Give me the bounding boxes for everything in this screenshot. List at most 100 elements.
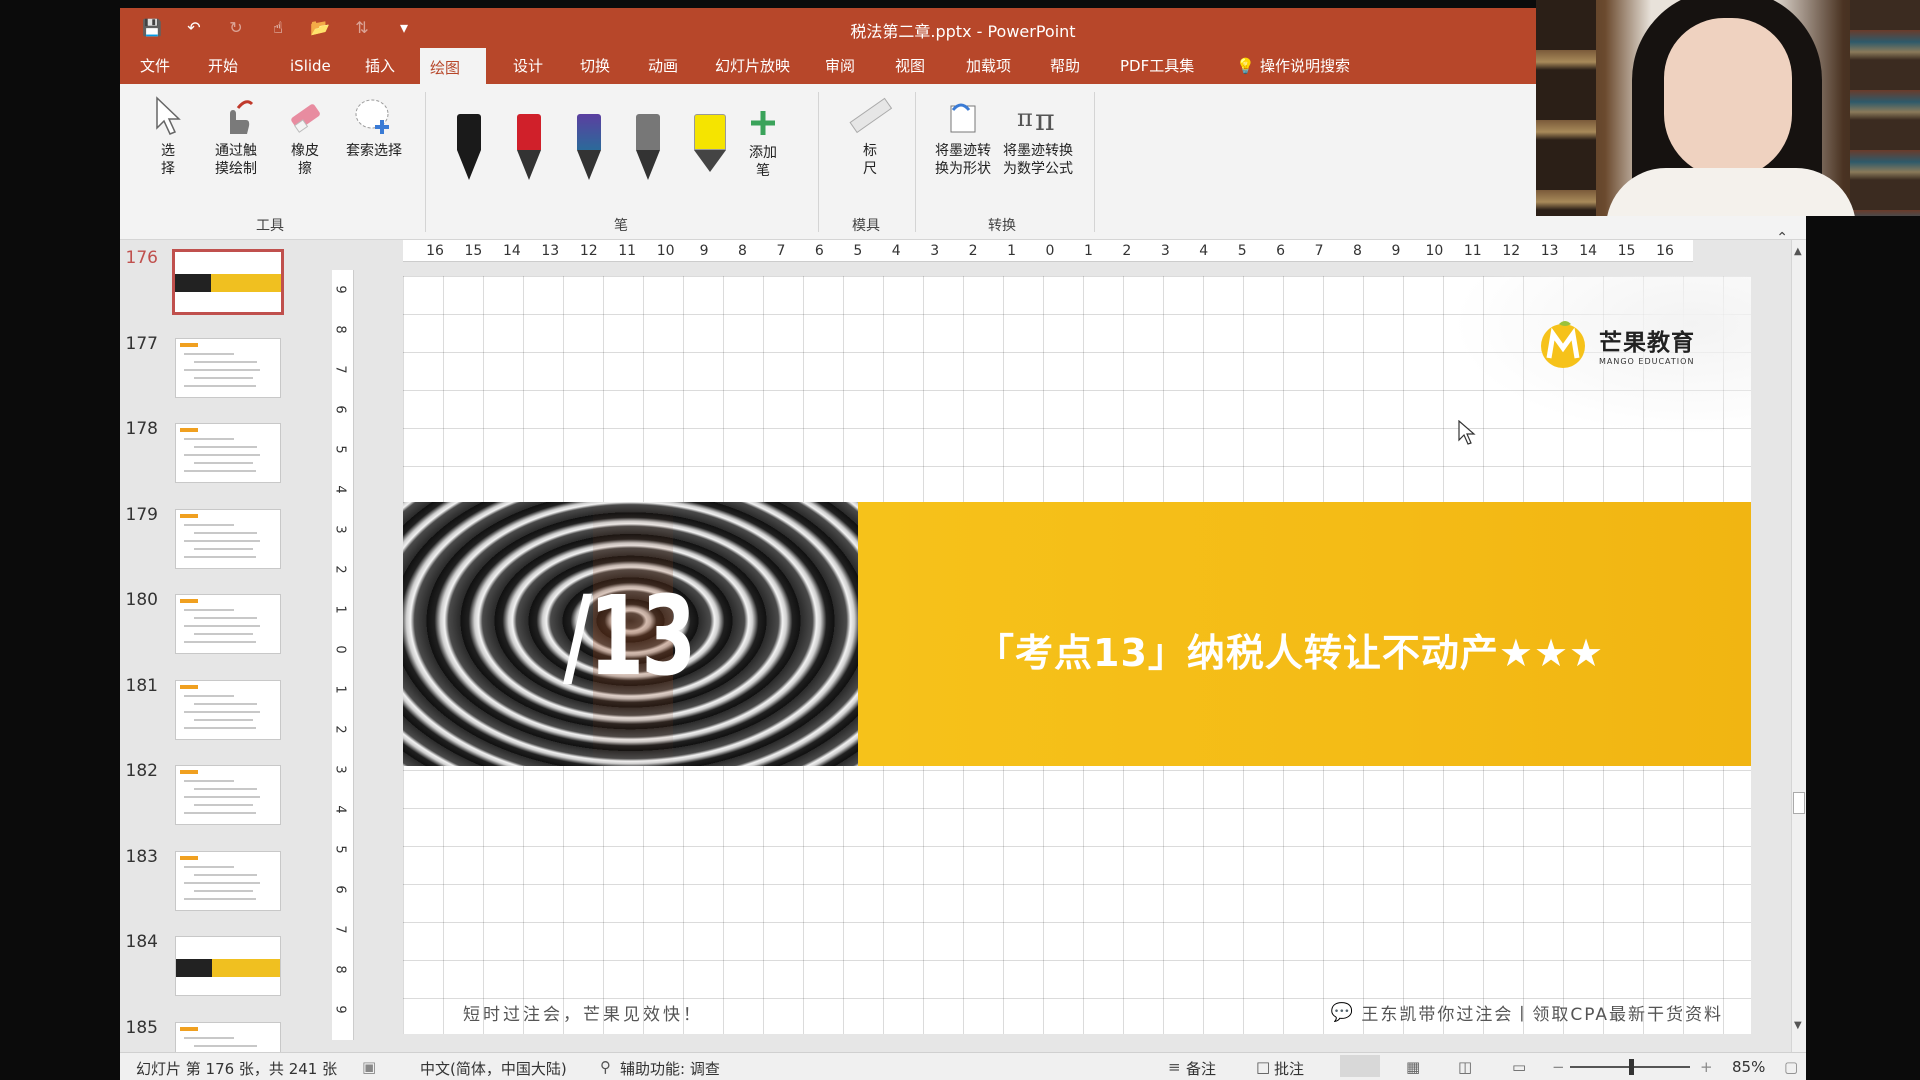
slide-thumbnail[interactable] — [175, 850, 281, 911]
touch-draw-label: 通过触 摸绘制 — [215, 143, 257, 177]
tab-help[interactable]: 帮助 — [1040, 48, 1090, 84]
highlighter-yellow[interactable] — [692, 114, 728, 184]
ruler-tick-label: 4 — [1199, 243, 1209, 259]
tab-file[interactable]: 文件 — [130, 48, 180, 84]
scroll-up-icon[interactable]: ▲ — [1794, 246, 1802, 257]
comments-button[interactable]: 批注 — [1274, 1058, 1304, 1079]
zoom-in-icon[interactable]: + — [1700, 1058, 1713, 1076]
ruler-label: 标 尺 — [863, 143, 877, 177]
vertical-scrollbar[interactable]: ▲ ▼ — [1791, 240, 1806, 1052]
fit-slide-icon[interactable]: ▢ — [1784, 1058, 1798, 1076]
ruler-tick-label: 6 — [332, 405, 348, 414]
ruler-tick-label: 8 — [332, 325, 348, 334]
ruler-tick-label: 2 — [1122, 243, 1132, 259]
slide-thumbnail[interactable] — [172, 249, 284, 315]
tab-home[interactable]: 开始 — [198, 48, 248, 84]
ruler-tick-label: 16 — [1656, 243, 1674, 259]
language-indicator[interactable]: 中文(简体，中国大陆) — [420, 1058, 567, 1079]
tab-transitions[interactable]: 切换 — [570, 48, 620, 84]
tell-me-search[interactable]: 💡 操作说明搜索 — [1228, 48, 1360, 84]
touch-draw-icon — [230, 100, 254, 134]
accessibility-status[interactable]: 辅助功能: 调查 — [620, 1058, 720, 1079]
ruler-tick-label: 5 — [332, 845, 348, 854]
ruler-tick-label: 1 — [332, 605, 348, 614]
ruler-tick-label: 12 — [579, 243, 598, 259]
ruler-tick-label: 9 — [332, 285, 348, 294]
lasso-icon — [355, 99, 389, 134]
ruler-tick-label: 15 — [464, 243, 483, 259]
ruler-icon — [849, 97, 893, 134]
add-pen-button[interactable]: 添加 笔 — [740, 108, 786, 180]
tab-design[interactable]: 设计 — [503, 48, 553, 84]
comments-icon: □ — [1256, 1058, 1271, 1076]
tab-addins[interactable]: 加载项 — [956, 48, 1021, 84]
ruler-tick-label: 8 — [332, 965, 348, 974]
tab-review[interactable]: 审阅 — [815, 48, 865, 84]
tab-insert[interactable]: 插入 — [355, 48, 405, 84]
ruler-tick-label: 15 — [1617, 243, 1636, 259]
eraser-button[interactable]: 橡皮 擦 — [280, 96, 330, 178]
slideshow-icon[interactable]: ▭ — [1512, 1058, 1526, 1076]
ruler-button[interactable]: 标 尺 — [840, 96, 900, 178]
scroll-down-icon[interactable]: ▼ — [1794, 1020, 1802, 1031]
slide-thumbnail[interactable] — [175, 337, 281, 398]
zoom-level[interactable]: 85% — [1732, 1058, 1765, 1076]
spellcheck-icon[interactable]: ▣ — [362, 1058, 376, 1076]
thumbnail-number: 182 — [125, 761, 158, 781]
svg-text:π: π — [1017, 104, 1033, 132]
slide-thumbnails-pane: 176 177 178 179 180 181 182 183 184 185 — [120, 240, 332, 1080]
ruler-tick-label: 16 — [426, 243, 444, 259]
ruler-tick-label: 2 — [332, 565, 348, 574]
pen-gray[interactable] — [634, 114, 662, 184]
ruler-tick-label: 5 — [332, 445, 348, 454]
reading-view-icon[interactable]: ◫ — [1458, 1058, 1472, 1076]
tab-islide[interactable]: iSlide — [280, 48, 341, 84]
tab-pdf-tools[interactable]: PDF工具集 — [1110, 48, 1204, 84]
ruler-tick-label: 8 — [1353, 243, 1362, 259]
slide-thumbnail[interactable] — [175, 765, 281, 825]
ruler-tick-label: 0 — [1045, 243, 1055, 259]
slide-thumbnail[interactable] — [175, 423, 281, 483]
ruler-tick-label: 10 — [656, 243, 675, 259]
slide-thumbnail[interactable] — [175, 679, 281, 740]
footer-promo-text: 王东凯带你过注会丨领取CPA最新干货资料 — [1361, 1005, 1723, 1025]
ruler-tick-label: 3 — [332, 525, 348, 534]
slide-thumbnail[interactable] — [175, 936, 281, 996]
ink-to-shape-label: 将墨迹转 换为形状 — [935, 143, 991, 177]
pen-black[interactable] — [455, 114, 483, 184]
slide-footer-slogan: 短时过注会，芒果见效快！ — [463, 1005, 703, 1025]
slide-thumbnail[interactable] — [175, 508, 281, 569]
normal-view-button[interactable] — [1340, 1055, 1380, 1077]
ink-to-math-button[interactable]: ππ 将墨迹转换 为数学公式 — [998, 96, 1078, 178]
slide-sorter-icon[interactable]: ▦ — [1406, 1058, 1420, 1076]
draw-with-touch-button[interactable]: 通过触 摸绘制 — [204, 96, 268, 178]
tab-slideshow[interactable]: 幻灯片放映 — [705, 48, 800, 84]
pens-group-label: 笔 — [614, 218, 628, 234]
webcam-bookshelf-right — [1850, 0, 1920, 216]
mango-logo-icon — [1541, 321, 1585, 368]
ruler-tick-label: 2 — [968, 243, 978, 259]
slide-thumbnail[interactable] — [175, 594, 281, 654]
zoom-slider-thumb[interactable] — [1629, 1059, 1634, 1075]
ruler-tick-label: 6 — [814, 243, 824, 259]
banner-yellow-panel: 「考点13」纳税人转让不动产★★★ — [858, 502, 1751, 766]
pen-red[interactable] — [515, 114, 543, 184]
pointer-icon — [156, 96, 181, 135]
zoom-out-icon[interactable]: − — [1552, 1058, 1565, 1076]
notes-button[interactable]: 备注 — [1186, 1058, 1216, 1079]
ruler-tick-label: 5 — [853, 243, 863, 259]
ink-to-math-icon: ππ — [1017, 103, 1055, 136]
ink-to-shape-button[interactable]: 将墨迹转 换为形状 — [930, 96, 996, 178]
scrollbar-thumb[interactable] — [1793, 792, 1805, 814]
select-button[interactable]: 选 择 — [148, 96, 188, 178]
slide-canvas[interactable]: 芒果教育 MANGO EDUCATION /13 「考点13」纳税人转让不动产★… — [403, 276, 1751, 1034]
lasso-select-button[interactable]: 套索选择 — [340, 96, 408, 160]
tab-view[interactable]: 视图 — [885, 48, 935, 84]
ruler-tick-label: 7 — [776, 243, 786, 259]
lightbulb-icon: 💡 — [1236, 57, 1255, 75]
tab-animations[interactable]: 动画 — [638, 48, 688, 84]
collapse-ribbon-icon[interactable]: ⌃ — [1776, 230, 1788, 246]
tab-draw[interactable]: 绘图 — [420, 48, 486, 84]
ruler-tick-label: 9 — [1391, 243, 1401, 259]
pen-galaxy[interactable] — [575, 114, 603, 184]
